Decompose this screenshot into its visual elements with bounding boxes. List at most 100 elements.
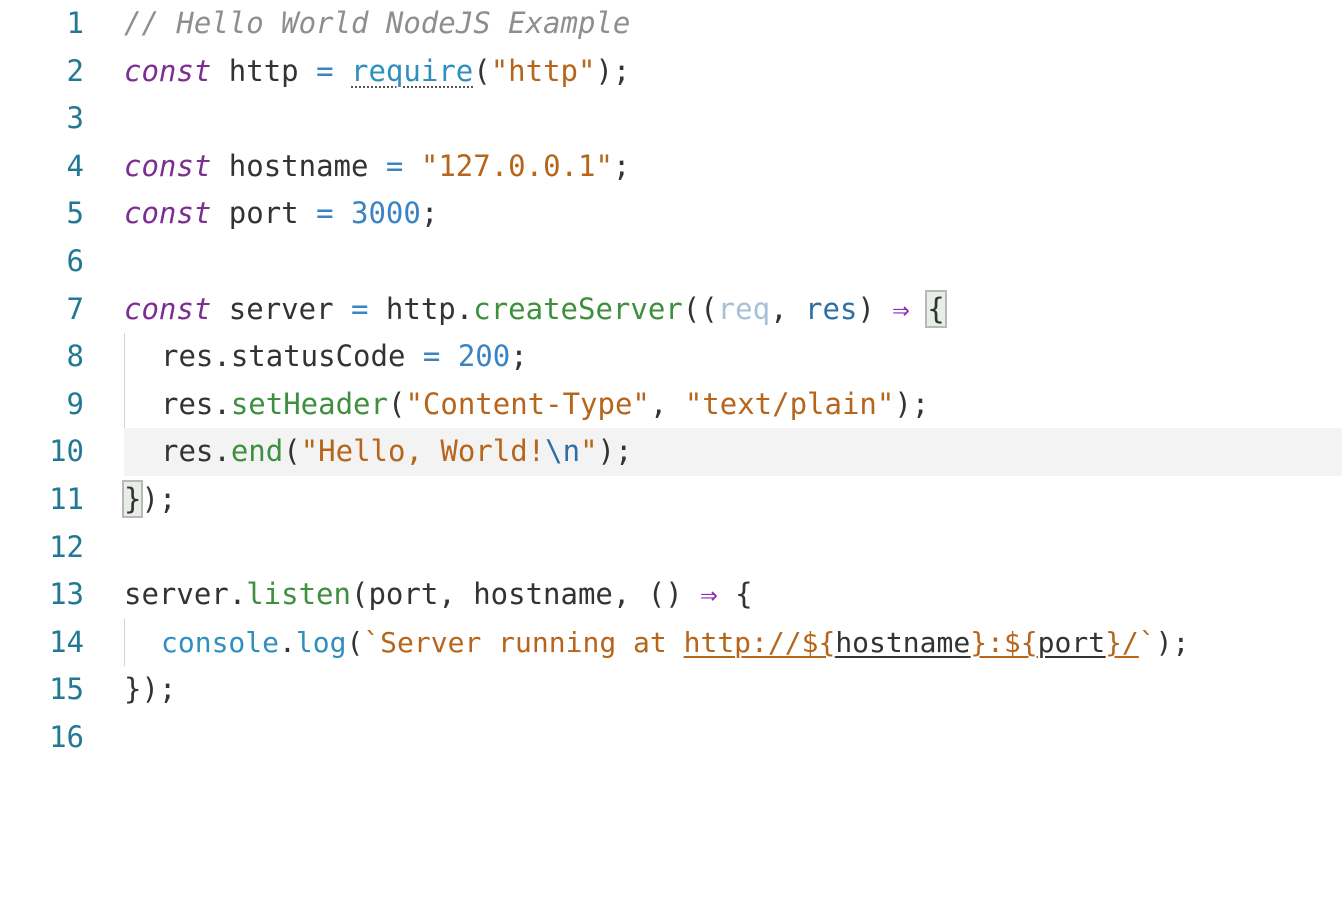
keyword: const — [124, 291, 212, 326]
function-name[interactable]: listen — [246, 577, 351, 611]
line-content[interactable]: res.setHeader("Content-Type", "text/plai… — [124, 381, 1342, 429]
line-number: 10 — [49, 434, 84, 469]
function-name[interactable]: setHeader — [231, 387, 388, 421]
line-number: 7 — [66, 291, 84, 326]
line-content[interactable]: console.log(`Server running at http://${… — [124, 619, 1342, 667]
line-content[interactable] — [124, 524, 1342, 572]
line-content[interactable]: server.listen(port, hostname, () ⇒ { — [124, 571, 1342, 619]
punctuation: . — [279, 625, 296, 659]
line-number: 16 — [49, 720, 84, 754]
line-content[interactable]: const server = http.createServer((req, r… — [124, 286, 1342, 334]
keyword: const — [124, 53, 212, 88]
line-number: 14 — [49, 624, 84, 659]
punctuation: (port, hostname, () — [350, 577, 701, 612]
keyword: const — [124, 148, 212, 183]
code-line-3[interactable]: 3 — [0, 95, 1342, 143]
template-link[interactable]: }:${ — [970, 626, 1037, 659]
punctuation: , — [649, 386, 685, 421]
code-line-7[interactable]: 7 const server = http.createServer((req,… — [0, 286, 1342, 334]
bracket-match-highlight: } — [121, 480, 144, 518]
code-line-5[interactable]: 5 const port = 3000; — [0, 190, 1342, 238]
escape-sequence: \n — [545, 434, 581, 469]
punctuation: ); — [894, 386, 930, 421]
code-line-9[interactable]: 9 res.setHeader("Content-Type", "text/pl… — [0, 381, 1342, 429]
brace: { — [735, 577, 753, 612]
line-content[interactable]: // Hello World NodeJS Example — [124, 0, 1342, 48]
line-number: 9 — [66, 386, 84, 421]
code-line-8[interactable]: 8 res.statusCode = 200; — [0, 333, 1342, 381]
code-line-13[interactable]: 13 server.listen(port, hostname, () ⇒ { — [0, 571, 1342, 619]
line-content[interactable] — [124, 95, 1342, 143]
bracket-match-highlight: { — [925, 289, 947, 328]
code-line-6[interactable]: 6 — [0, 238, 1342, 286]
line-content[interactable] — [124, 238, 1342, 286]
line-number: 5 — [66, 196, 84, 231]
operator: = — [351, 291, 369, 326]
line-content[interactable] — [124, 714, 1342, 762]
template-link[interactable]: }/ — [1105, 626, 1139, 659]
template-string: ` — [1138, 625, 1156, 659]
template-link[interactable]: http://${ — [684, 626, 836, 659]
line-content[interactable]: }); — [121, 476, 1342, 524]
punctuation: (( — [682, 291, 718, 326]
line-content[interactable]: res.end("Hello, World!\n"); — [124, 428, 1342, 476]
code-line-16[interactable]: 16 — [0, 714, 1342, 762]
line-number: 11 — [49, 482, 84, 516]
punctuation: ( — [387, 386, 406, 421]
line-number: 1 — [66, 6, 84, 40]
line-number: 8 — [66, 339, 84, 374]
identifier: console — [161, 625, 280, 659]
line-number: 12 — [49, 529, 84, 564]
punctuation: ; — [420, 196, 439, 231]
function-name[interactable]: end — [231, 434, 283, 468]
identifier: port — [211, 196, 317, 231]
line-number: 15 — [49, 672, 84, 707]
operator: = — [385, 148, 404, 183]
template-variable: hostname — [835, 625, 971, 659]
string-literal: "Content-Type" — [405, 386, 650, 421]
line-content[interactable]: }); — [124, 666, 1342, 714]
arrow-operator: ⇒ — [700, 577, 718, 612]
code-line-4[interactable]: 4 const hostname = "127.0.0.1"; — [0, 143, 1342, 191]
line-content[interactable]: res.statusCode = 200; — [124, 333, 1342, 381]
code-line-2[interactable]: 2 const http = require("http"); — [0, 48, 1342, 96]
function-name[interactable]: require — [351, 54, 473, 88]
punctuation: ( — [346, 625, 364, 659]
line-content[interactable]: const hostname = "127.0.0.1"; — [124, 143, 1342, 191]
parameter: res — [804, 291, 858, 326]
code-editor[interactable]: 1 // Hello World NodeJS Example 2 const … — [0, 0, 1342, 757]
string-literal: "127.0.0.1" — [420, 148, 613, 183]
function-name[interactable]: createServer — [473, 292, 683, 326]
line-number: 3 — [66, 101, 84, 136]
code-line-12[interactable]: 12 — [0, 524, 1342, 572]
string-literal: "http" — [490, 53, 596, 88]
identifier: server. — [124, 577, 247, 612]
template-variable: port — [1037, 625, 1106, 659]
identifier: hostname — [211, 148, 386, 183]
identifier: res. — [161, 386, 231, 421]
line-content[interactable]: const port = 3000; — [124, 190, 1342, 238]
punctuation: ); — [595, 53, 631, 88]
operator: = — [316, 196, 334, 231]
number-literal: 3000 — [351, 196, 421, 231]
line-content[interactable]: const http = require("http"); — [124, 48, 1342, 96]
identifier: http. — [368, 291, 474, 326]
code-line-14[interactable]: 14 console.log(`Server running at http:/… — [0, 619, 1342, 667]
code-line-11[interactable]: 11 }); — [0, 476, 1342, 524]
string-literal: "Hello, World! — [300, 434, 546, 469]
identifier: server — [211, 291, 351, 326]
line-number: 2 — [66, 53, 84, 88]
keyword: const — [124, 196, 212, 231]
comment: // Hello World NodeJS Example — [124, 6, 631, 40]
code-line-10[interactable]: 10 res.end("Hello, World!\n"); — [0, 428, 1342, 476]
function-name[interactable]: log — [296, 626, 347, 659]
identifier: res.statusCode — [161, 339, 423, 374]
number-literal: 200 — [457, 339, 511, 374]
line-number: 6 — [66, 244, 84, 278]
code-line-15[interactable]: 15 }); — [0, 666, 1342, 714]
code-line-1[interactable]: 1 // Hello World NodeJS Example — [0, 0, 1342, 48]
